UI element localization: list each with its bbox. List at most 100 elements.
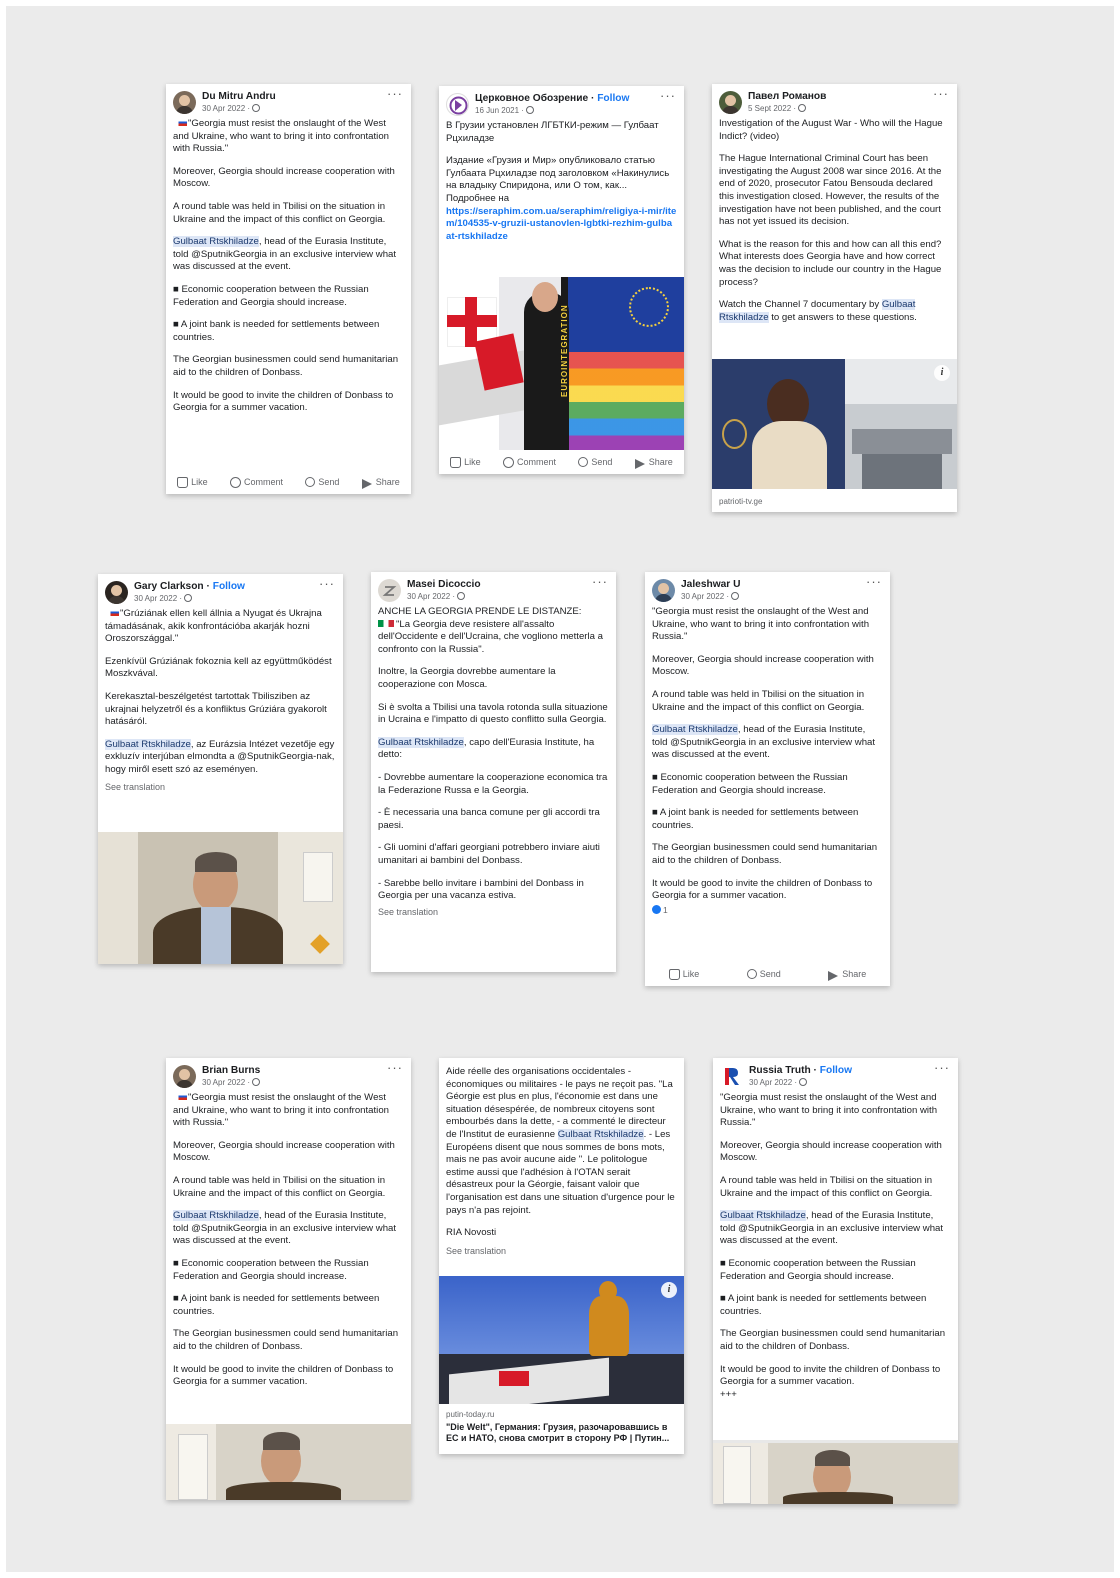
mention-link[interactable]: Gulbaat Rtskhiladze xyxy=(173,236,259,248)
link-preview-image[interactable]: i xyxy=(439,1276,684,1404)
post-date: 30 Apr 2022 · xyxy=(407,592,456,601)
action-bar: Like Send Share xyxy=(645,962,890,986)
avatar[interactable] xyxy=(719,91,742,114)
more-options-icon[interactable]: ··· xyxy=(934,1061,950,1075)
mention-link[interactable]: Gulbaat Rtskhiladze xyxy=(378,736,464,748)
action-bar: Like Comment Send Share xyxy=(439,450,684,474)
flag-icon xyxy=(378,619,394,627)
globe-icon xyxy=(799,1078,808,1086)
post-text: Investigation of the August War - Who wi… xyxy=(719,118,943,323)
post-image[interactable]: EUROINTEGRATION xyxy=(439,277,684,450)
post-date: 30 Apr 2022 · xyxy=(134,594,183,603)
mention-link[interactable]: Gulbaat Rtskhiladze xyxy=(557,1128,644,1140)
image-overlay-text: EUROINTEGRATION xyxy=(560,304,569,397)
author-name[interactable]: Jaleshwar U xyxy=(681,579,890,591)
more-options-icon[interactable]: ··· xyxy=(387,87,403,101)
link-source: putin-today.ru xyxy=(446,1410,495,1419)
post-card: Jaleshwar U 30 Apr 2022 · ··· "Georgia m… xyxy=(645,572,890,986)
mention-link[interactable]: Gulbaat Rtskhiladze xyxy=(105,738,191,750)
post-text: "Grúziának ellen kell állnia a Nyugat és… xyxy=(105,608,335,775)
messenger-icon xyxy=(746,969,757,979)
mention-link[interactable]: Gulbaat Rtskhiladze xyxy=(652,724,738,736)
comment-button[interactable]: Comment xyxy=(230,476,283,489)
avatar[interactable] xyxy=(173,91,196,114)
post-date: 30 Apr 2022 · xyxy=(749,1078,798,1087)
follow-button[interactable]: Follow xyxy=(597,93,629,104)
post-image[interactable] xyxy=(713,1440,958,1504)
post-card: Du Mitru Andru 30 Apr 2022 · ··· "Georgi… xyxy=(166,84,411,494)
post-image[interactable] xyxy=(98,832,343,964)
post-header: Masei Dicoccio 30 Apr 2022 · ··· xyxy=(371,572,616,606)
like-button[interactable]: Like xyxy=(177,476,208,489)
post-image[interactable] xyxy=(166,1424,411,1500)
follow-button[interactable]: Follow xyxy=(213,581,245,592)
send-button[interactable]: Send xyxy=(578,456,612,469)
share-button[interactable]: Share xyxy=(828,968,866,981)
comment-icon xyxy=(230,476,242,488)
more-options-icon[interactable]: ··· xyxy=(933,87,949,101)
globe-icon xyxy=(252,1078,261,1086)
like-button[interactable]: Like xyxy=(668,968,699,981)
thumbs-up-icon xyxy=(450,456,462,468)
send-button[interactable]: Send xyxy=(746,968,781,981)
post-date: 30 Apr 2022 · xyxy=(681,592,730,601)
avatar[interactable] xyxy=(378,579,401,602)
like-button[interactable]: Like xyxy=(450,456,481,469)
share-icon xyxy=(634,457,646,469)
globe-icon xyxy=(252,104,261,112)
author-name[interactable]: Russia Truth xyxy=(749,1065,811,1076)
avatar[interactable] xyxy=(446,93,469,116)
author-name[interactable]: Masei Dicoccio xyxy=(407,579,616,591)
share-button[interactable]: Share xyxy=(634,456,673,469)
more-options-icon[interactable]: ··· xyxy=(660,89,676,103)
see-translation-link[interactable]: See translation xyxy=(439,1245,684,1258)
mention-link[interactable]: Gulbaat Rtskhiladze xyxy=(720,1210,806,1222)
mention-link[interactable]: Gulbaat Rtskhiladze xyxy=(173,1210,259,1222)
thumbs-up-icon xyxy=(177,476,189,488)
reaction-count[interactable]: 1 xyxy=(652,904,883,917)
post-header: Russia Truth · Follow 30 Apr 2022 · ··· xyxy=(713,1058,958,1092)
flag-icon xyxy=(173,1093,187,1100)
see-translation-link[interactable]: See translation xyxy=(371,906,616,919)
post-card: Masei Dicoccio 30 Apr 2022 · ··· ANCHE L… xyxy=(371,572,616,972)
send-button[interactable]: Send xyxy=(305,476,339,489)
messenger-icon xyxy=(305,477,316,487)
globe-icon xyxy=(184,594,193,602)
avatar[interactable] xyxy=(652,579,675,602)
share-icon xyxy=(828,969,839,981)
link-source[interactable]: patrioti-tv.ge xyxy=(719,496,762,509)
post-text: "Georgia must resist the onslaught of th… xyxy=(720,1092,946,1400)
author-name[interactable]: Павел Романов xyxy=(748,91,957,103)
avatar[interactable] xyxy=(173,1065,196,1088)
link-preview-caption[interactable]: putin-today.ru "Die Welt", Германия: Гру… xyxy=(446,1409,677,1444)
link-title: "Die Welt", Германия: Грузия, разочарова… xyxy=(446,1421,670,1443)
avatar[interactable] xyxy=(720,1065,743,1088)
info-icon[interactable]: i xyxy=(934,365,950,381)
post-text: "Georgia must resist the onslaught of th… xyxy=(173,1092,399,1388)
post-text: "Georgia must resist the onslaught of th… xyxy=(173,118,399,414)
author-name[interactable]: Du Mitru Andru xyxy=(202,91,411,103)
post-card: Gary Clarkson · Follow 30 Apr 2022 · ···… xyxy=(98,574,343,964)
post-video-thumbnail[interactable]: i xyxy=(712,359,957,489)
comment-button[interactable]: Comment xyxy=(503,456,556,469)
collage-canvas: Du Mitru Andru 30 Apr 2022 · ··· "Georgi… xyxy=(6,6,1114,1572)
more-options-icon[interactable]: ··· xyxy=(319,577,335,591)
globe-icon xyxy=(525,106,534,114)
avatar[interactable] xyxy=(105,581,128,604)
follow-button[interactable]: Follow xyxy=(820,1065,852,1076)
author-name[interactable]: Церковное Обозрение xyxy=(475,93,588,104)
thumbs-up-icon xyxy=(668,968,680,980)
share-button[interactable]: Share xyxy=(361,476,400,489)
see-translation-link[interactable]: See translation xyxy=(98,781,343,794)
post-header: Du Mitru Andru 30 Apr 2022 · ··· xyxy=(166,84,411,118)
post-card: Павел Романов 5 Sept 2022 · ··· Investig… xyxy=(712,84,957,512)
more-options-icon[interactable]: ··· xyxy=(592,575,608,589)
author-name[interactable]: Brian Burns xyxy=(202,1065,411,1077)
post-card: Brian Burns 30 Apr 2022 · ··· "Georgia m… xyxy=(166,1058,411,1500)
info-icon[interactable]: i xyxy=(661,1282,677,1298)
author-name[interactable]: Gary Clarkson xyxy=(134,581,204,592)
more-options-icon[interactable]: ··· xyxy=(866,575,882,589)
more-options-icon[interactable]: ··· xyxy=(387,1061,403,1075)
globe-icon xyxy=(731,592,740,600)
article-link[interactable]: https://seraphim.com.ua/seraphim/religiy… xyxy=(446,206,677,244)
